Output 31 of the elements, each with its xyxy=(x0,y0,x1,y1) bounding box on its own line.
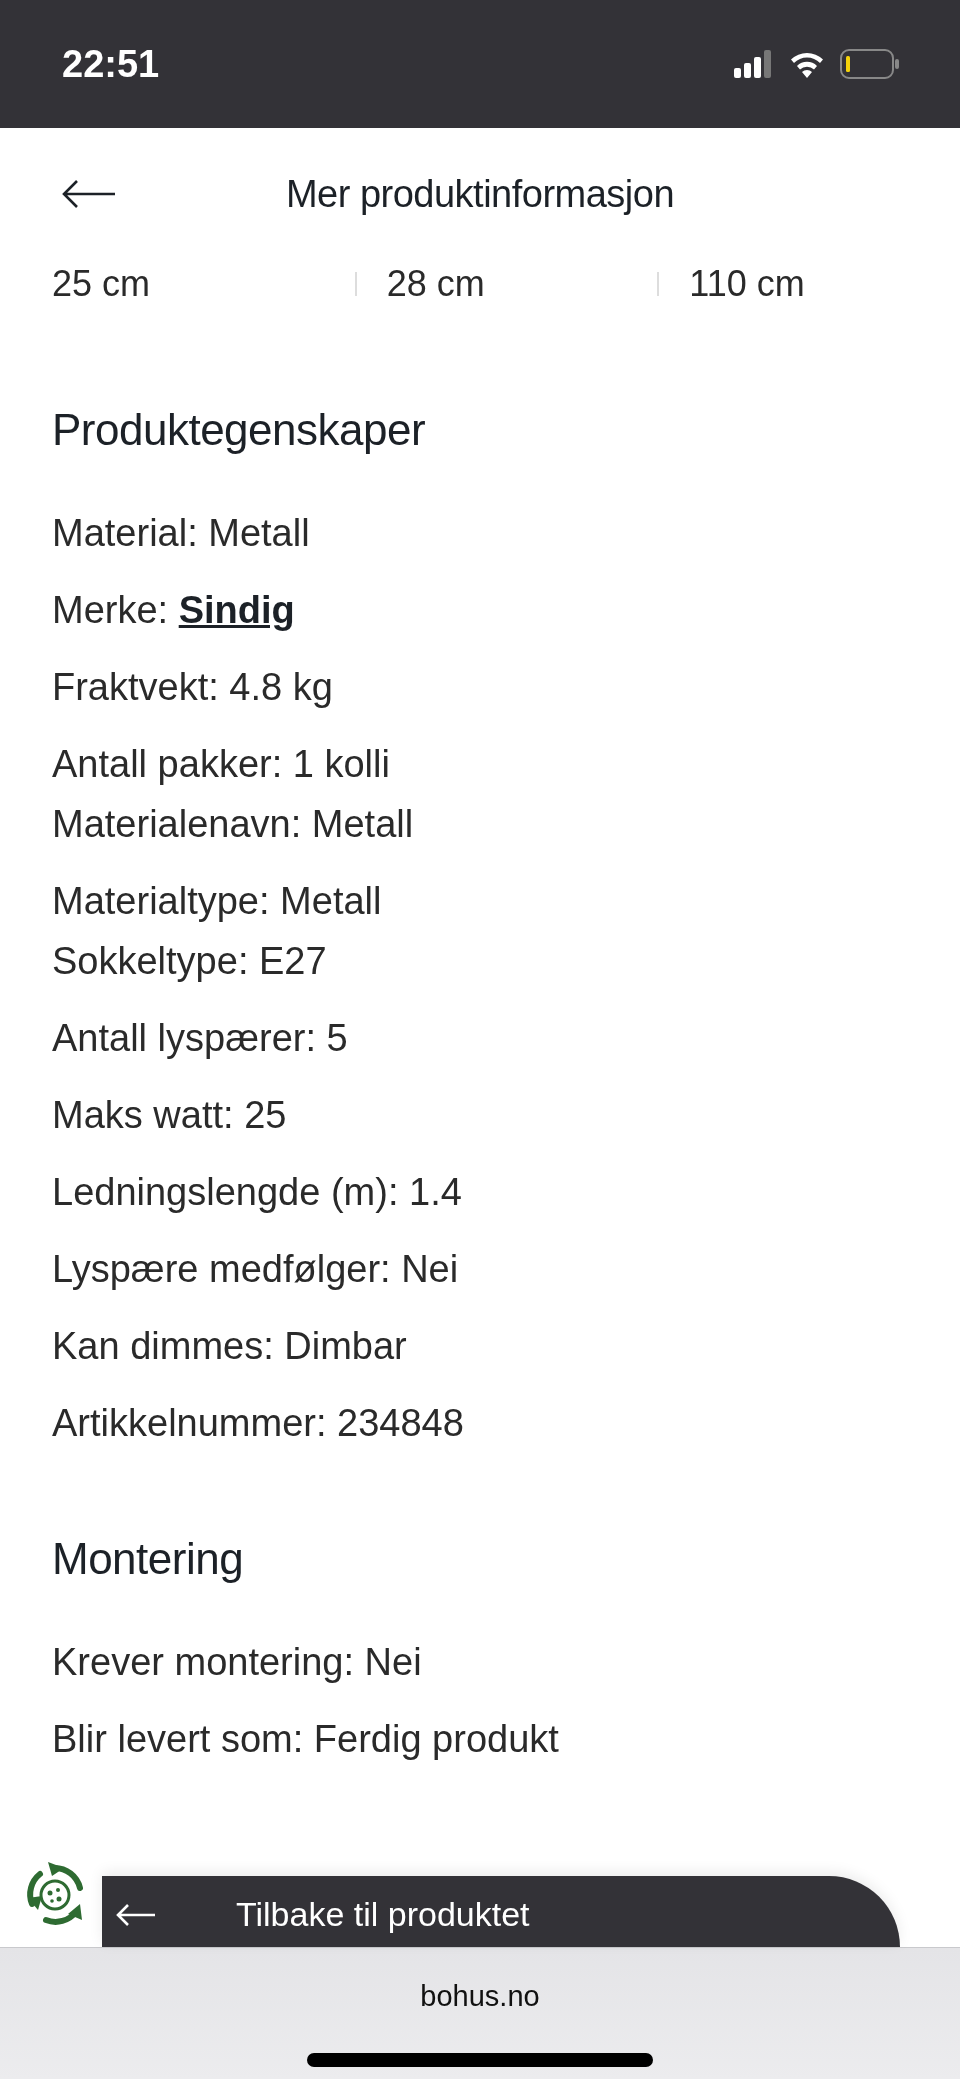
property-text: Sokkeltype: E27 xyxy=(52,939,328,984)
property-text: Lyspære medfølger: Nei xyxy=(52,1247,460,1292)
section-heading: Produktegenskaper xyxy=(52,404,427,456)
page-title: Mer produktinformasjon xyxy=(285,172,675,216)
property-text: Antall pakker: 1 kolli xyxy=(52,742,391,787)
dimension-value: 28 cm xyxy=(386,263,486,305)
battery-icon xyxy=(840,49,900,79)
wifi-icon xyxy=(788,50,826,78)
property-text: Material: Metall xyxy=(52,511,311,556)
property-text: Fraktvekt: 4.8 kg xyxy=(52,665,334,710)
property-text: Ledningslengde (m): 1.4 xyxy=(52,1170,463,1215)
back-arrow-icon xyxy=(62,179,116,209)
signal-icon xyxy=(734,50,774,78)
back-to-product-button[interactable]: Tilbake til produktet xyxy=(102,1876,900,1947)
property-text: Materialenavn: Metall xyxy=(52,802,415,847)
property-text: Antall lyspærer: 5 xyxy=(52,1016,349,1061)
property-text: Materialtype: Metall xyxy=(52,879,383,924)
property-text: Krever montering: Nei xyxy=(52,1640,423,1685)
back-button[interactable] xyxy=(62,179,116,209)
dimension-value: 25 cm xyxy=(52,263,152,305)
property-text: Artikkelnummer: 234848 xyxy=(52,1401,465,1446)
property-text: Maks watt: 25 xyxy=(52,1093,288,1138)
brand-link[interactable]: Sindig xyxy=(178,589,295,631)
address-text[interactable]: bohus.no xyxy=(420,1980,540,2013)
clock-time: 22:51 xyxy=(62,42,160,86)
property-text: Blir levert som: Ferdig produkt xyxy=(52,1717,560,1762)
back-arrow-icon xyxy=(116,1902,156,1927)
property-text: Kan dimmes: Dimbar xyxy=(52,1324,408,1369)
dimension-value: 110 cm xyxy=(689,263,806,305)
section-heading: Montering xyxy=(52,1533,245,1585)
property-text: Merke: Sindig xyxy=(52,588,296,633)
